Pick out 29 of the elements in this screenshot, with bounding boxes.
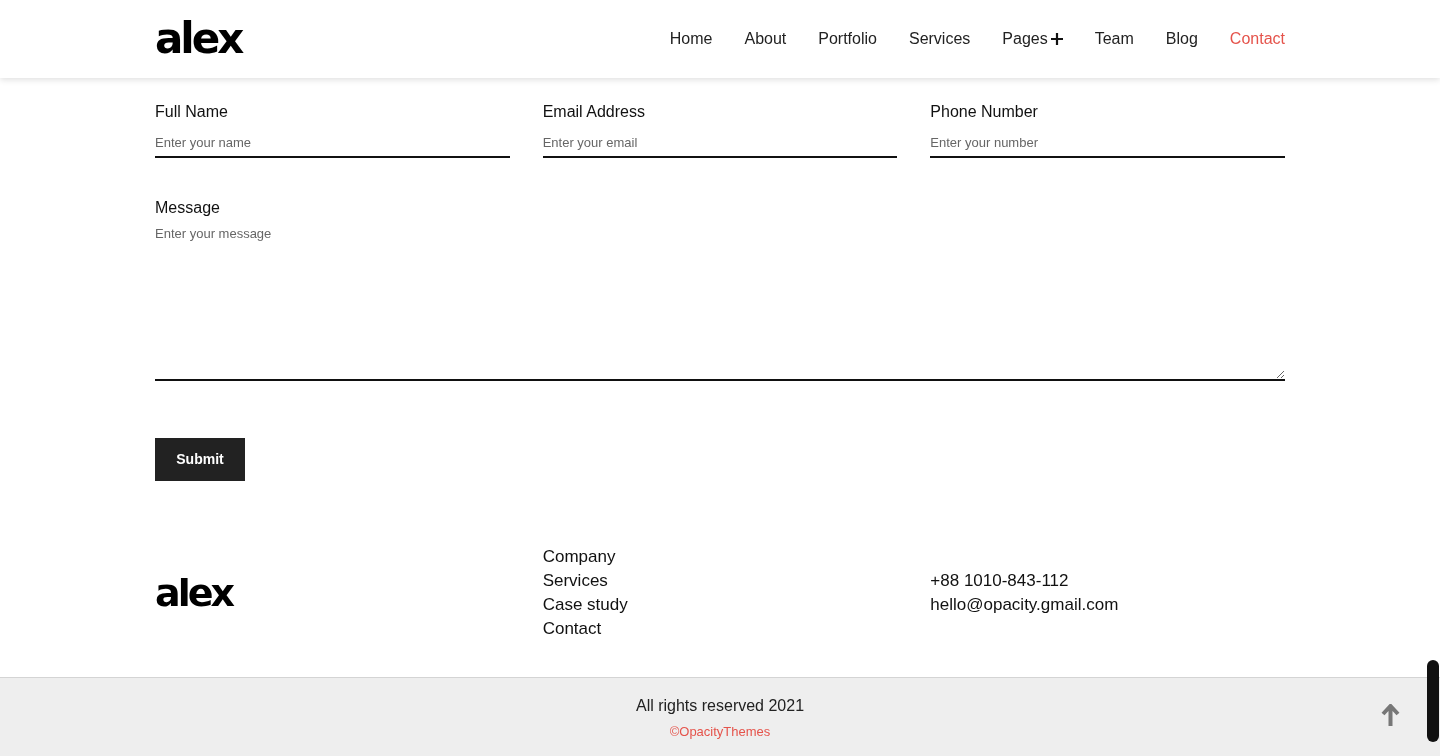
nav-link[interactable]: Home: [669, 27, 713, 51]
contact-text: hello@opacity.gmail.com: [930, 593, 1119, 616]
footer-link[interactable]: Services: [542, 568, 608, 593]
field-label: Full Name: [155, 102, 229, 120]
footer-link[interactable]: Company: [542, 544, 616, 569]
nav-dropdown[interactable]: Pages: [1002, 27, 1063, 51]
logo[interactable]: alex: [155, 18, 242, 60]
footer-logo: alex: [155, 573, 232, 612]
nav-link[interactable]: Portfolio: [818, 27, 877, 51]
input-field[interactable]: Enter your email: [542, 128, 898, 158]
input-field[interactable]: Enter your number: [930, 128, 1285, 158]
contact-text: +88 1010-843-112: [930, 569, 1069, 592]
input-field[interactable]: Enter your name: [155, 128, 510, 158]
field-label: Email Address: [542, 102, 646, 120]
field-label: Message: [155, 198, 221, 216]
field-label: Phone Number: [930, 102, 1039, 120]
copyright-text: All rights reserved 2021: [635, 696, 805, 716]
message-field[interactable]: Enter your message: [155, 224, 1285, 381]
plus-icon: [1050, 33, 1063, 45]
scroll-to-top-icon[interactable]: [1381, 704, 1400, 727]
nav-link[interactable]: About: [744, 27, 787, 51]
scrollbar-thumb[interactable]: [1427, 660, 1439, 742]
nav-link[interactable]: Team: [1094, 27, 1134, 51]
footer-link[interactable]: Contact: [542, 616, 602, 641]
nav-link[interactable]: Services: [908, 27, 971, 51]
submit-button[interactable]: Submit: [155, 438, 245, 481]
nav-link[interactable]: Contact: [1229, 27, 1285, 51]
footer-link[interactable]: Case study: [542, 592, 628, 617]
nav-link[interactable]: Blog: [1165, 27, 1198, 51]
